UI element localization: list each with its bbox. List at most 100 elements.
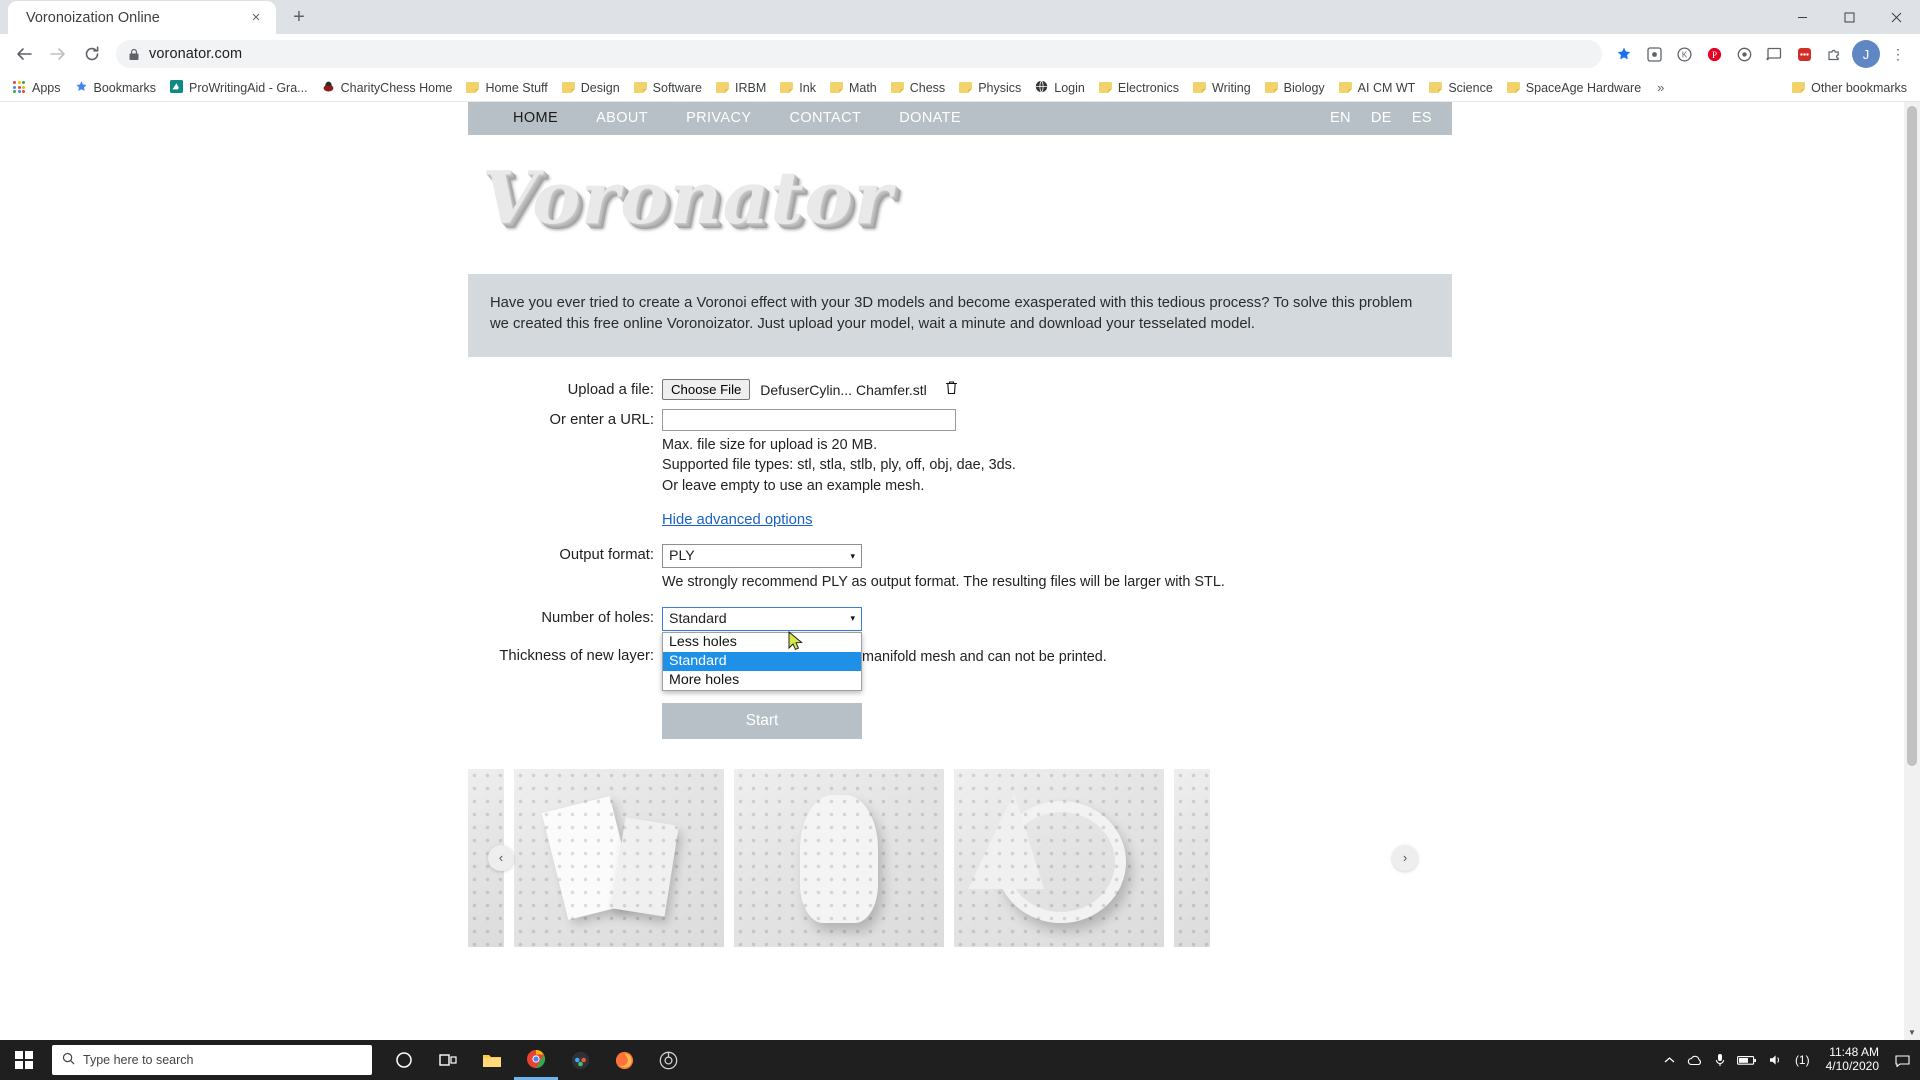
maximize-button[interactable]	[1826, 0, 1873, 34]
gallery-slide-2[interactable]	[734, 768, 944, 947]
folder-icon	[561, 82, 575, 93]
pinterest-icon[interactable]: P	[1700, 40, 1728, 68]
scrollbar-thumb[interactable]	[1907, 106, 1917, 766]
bookmark-physics[interactable]: Physics	[952, 79, 1028, 97]
dropdown-option-more-holes[interactable]: More holes	[663, 671, 861, 690]
clock-time: 11:48 AM	[1829, 1045, 1879, 1060]
bookmark-writing[interactable]: Writing	[1186, 79, 1258, 97]
toggle-advanced-options-link[interactable]: Hide advanced options	[662, 512, 813, 528]
new-tab-button[interactable]: +	[284, 2, 314, 32]
number-of-holes-select[interactable]: Standard ▾	[662, 606, 862, 631]
apps-grid-icon	[13, 81, 26, 94]
extension-icon[interactable]	[1640, 40, 1668, 68]
bookmark-design[interactable]: Design	[555, 79, 627, 97]
folder-icon	[633, 82, 647, 93]
reload-icon[interactable]	[76, 38, 108, 70]
start-button-windows[interactable]	[0, 1040, 48, 1080]
nav-item-contact[interactable]: CONTACT	[770, 102, 880, 135]
page-scrollbar[interactable]: ▲ ▼	[1904, 102, 1920, 1040]
browser-tab[interactable]: Voronoization Online ×	[8, 1, 276, 34]
settings-icon[interactable]	[646, 1040, 690, 1080]
task-view-icon[interactable]	[426, 1040, 470, 1080]
chrome-icon[interactable]	[514, 1040, 558, 1080]
url-input[interactable]	[662, 409, 956, 431]
site-logo: Voronator	[468, 135, 1452, 260]
bookmark-spaceage-hardware[interactable]: SpaceAge Hardware	[1500, 79, 1648, 97]
discord-icon[interactable]	[558, 1040, 602, 1080]
gallery-prev-button[interactable]: ‹	[488, 844, 514, 871]
lang-en[interactable]: EN	[1320, 102, 1361, 135]
cortana-icon[interactable]	[382, 1040, 426, 1080]
volume-icon[interactable]	[1769, 1054, 1783, 1066]
nav-item-donate[interactable]: DONATE	[880, 102, 980, 135]
close-tab-icon[interactable]: ×	[246, 8, 266, 28]
lang-es[interactable]: ES	[1402, 102, 1442, 135]
hint-max-size: Max. file size for upload is 20 MB.	[662, 437, 878, 453]
circle-icon[interactable]	[1730, 40, 1758, 68]
bookmark-software[interactable]: Software	[627, 79, 709, 97]
bookmark-ai-cm-wt[interactable]: AI CM WT	[1332, 79, 1423, 97]
forward-icon[interactable]	[42, 38, 74, 70]
bookmark-login[interactable]: Login	[1028, 78, 1092, 98]
bookmark-chess[interactable]: Chess	[884, 79, 952, 97]
bookmark-math[interactable]: Math	[823, 79, 884, 97]
lastpass-icon[interactable]	[1790, 40, 1818, 68]
minimize-button[interactable]	[1779, 0, 1826, 34]
nav-item-about[interactable]: ABOUT	[577, 102, 667, 135]
folder-icon	[1429, 82, 1443, 93]
output-format-select[interactable]: PLY ▾	[662, 544, 862, 569]
gallery-slide-3[interactable]	[954, 768, 1164, 947]
bookmark-other-bookmarks[interactable]: Other bookmarks	[1785, 79, 1914, 97]
folder-icon	[1792, 82, 1806, 93]
start-button[interactable]: Start	[662, 702, 862, 739]
taskbar-clock[interactable]: 11:48 AM 4/10/2020	[1822, 1045, 1883, 1074]
charitychess-icon	[322, 80, 335, 96]
tab-title: Voronoization Online	[26, 9, 160, 26]
bookmark-prowritingaid[interactable]: ProWritingAid - Gra...	[163, 78, 315, 98]
cast-icon[interactable]	[1760, 40, 1788, 68]
cloud-icon[interactable]	[1687, 1055, 1703, 1066]
trash-icon[interactable]	[945, 381, 958, 399]
bookmark-star-icon[interactable]	[1610, 40, 1638, 68]
address-bar[interactable]: voronator.com	[116, 40, 1602, 68]
nav-item-privacy[interactable]: PRIVACY	[667, 102, 770, 135]
lang-de[interactable]: DE	[1361, 102, 1402, 135]
gallery-slide-1[interactable]	[514, 768, 724, 947]
bookmarks-bar: Apps Bookmarks ProWritingAid - Gra... Ch…	[0, 74, 1920, 102]
firefox-icon[interactable]	[602, 1040, 646, 1080]
tray-chevron-icon[interactable]	[1664, 1056, 1675, 1065]
nav-item-home[interactable]: HOME	[494, 102, 577, 135]
bookmark-charitychess[interactable]: CharityChess Home	[315, 78, 460, 98]
bookmark-science[interactable]: Science	[1422, 79, 1499, 97]
globe-icon	[1035, 80, 1048, 96]
choose-file-button[interactable]: Choose File	[662, 379, 751, 400]
battery-icon[interactable]	[1736, 1055, 1757, 1066]
dropdown-option-less-holes[interactable]: Less holes	[663, 633, 861, 652]
prowritingaid-icon	[170, 79, 184, 96]
bookmark-apps[interactable]: Apps	[6, 79, 68, 97]
bookmark-ink[interactable]: Ink	[773, 79, 823, 97]
chrome-menu-icon[interactable]: ⋮	[1884, 40, 1912, 68]
bookmark-irbm[interactable]: IRBM	[709, 79, 773, 97]
back-icon[interactable]	[8, 38, 40, 70]
dropdown-option-standard[interactable]: Standard	[663, 651, 861, 671]
profile-avatar[interactable]: J	[1852, 40, 1880, 68]
bookmark-label: Physics	[978, 80, 1022, 95]
gallery-next-button[interactable]: ›	[1392, 844, 1418, 871]
gallery-slide-partial-right[interactable]	[1174, 768, 1210, 947]
kiwi-icon[interactable]: K	[1670, 40, 1698, 68]
bookmarks-overflow-button[interactable]: »	[1652, 78, 1669, 97]
url-label: Or enter a URL:	[549, 412, 654, 428]
bookmark-bookmarks[interactable]: Bookmarks	[68, 78, 164, 98]
puzzle-icon[interactable]	[1820, 40, 1848, 68]
close-window-button[interactable]	[1873, 0, 1920, 34]
file-explorer-icon[interactable]	[470, 1040, 514, 1080]
notification-icon[interactable]	[1895, 1054, 1910, 1067]
bookmark-home-stuff[interactable]: Home Stuff	[459, 79, 554, 97]
bookmark-biology[interactable]: Biology	[1258, 79, 1332, 97]
scroll-down-arrow-icon[interactable]: ▼	[1904, 1024, 1920, 1040]
folder-icon	[1506, 82, 1520, 93]
bookmark-electronics[interactable]: Electronics	[1092, 79, 1186, 97]
taskbar-search-box[interactable]: Type here to search	[52, 1045, 372, 1075]
microphone-icon[interactable]	[1715, 1053, 1725, 1067]
